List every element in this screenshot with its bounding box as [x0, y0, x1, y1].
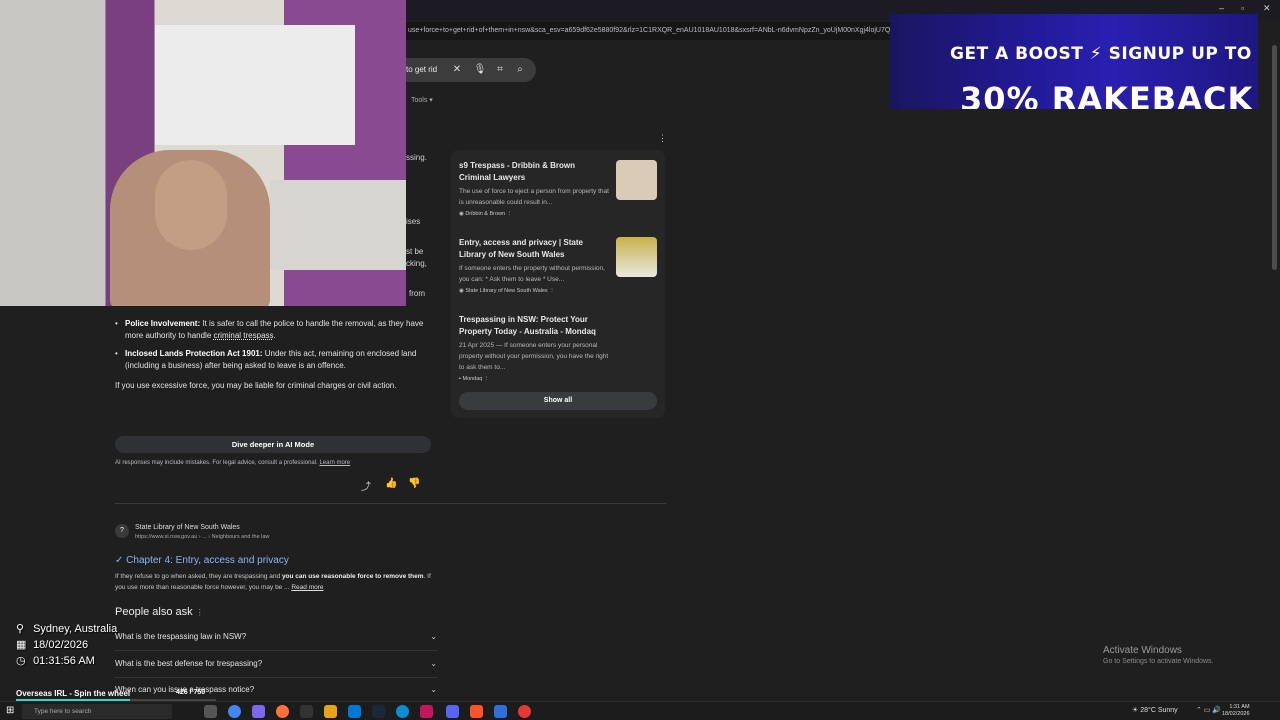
discord-icon[interactable]: [446, 705, 459, 718]
thumbs-up-icon[interactable]: 👍: [385, 478, 397, 489]
activate-windows-watermark: Activate Windows Go to Settings to activ…: [1103, 645, 1214, 665]
result-site-name: State Library of New South Wales: [135, 524, 240, 531]
result-snippet: If they refuse to go when asked, they ar…: [115, 573, 431, 591]
weather-widget[interactable]: ☀ 28°C Sunny: [1132, 706, 1178, 714]
file-explorer-icon[interactable]: [324, 705, 337, 718]
chrome-icon[interactable]: [228, 705, 241, 718]
address-bar[interactable]: use+force+to+get+rid+of+them+in+nsw&sca_…: [406, 22, 890, 40]
paa-question[interactable]: What is the trespassing law in NSW? ⌄: [115, 632, 437, 641]
search-input[interactable]: to get rid ✕ 🎙 ⌗ ⌕: [406, 58, 536, 82]
show-all-button[interactable]: Show all: [459, 392, 657, 410]
people-also-ask-title: People also ask ⋮: [115, 606, 204, 618]
ai-overview-fragment: ises: [406, 217, 421, 226]
chevron-down-icon: ⌄: [430, 659, 437, 668]
taskbar: ⊞ Type here to search ☀ 28°C Sunny ⌃ ▭ 🔊…: [0, 701, 1280, 720]
spin-wheel-count: 426 / 750: [176, 689, 206, 696]
result-title-link[interactable]: ✓ Chapter 4: Entry, access and privacy: [115, 555, 289, 566]
streamer-head: [155, 160, 227, 250]
ai-overview-fragment: ssing.: [406, 153, 427, 162]
criminal-trespass-link[interactable]: criminal trespass: [214, 331, 274, 340]
window-blinds: [155, 25, 355, 145]
edge-icon[interactable]: [396, 705, 409, 718]
app-icon[interactable]: [420, 705, 433, 718]
microphone-icon[interactable]: 🎙: [473, 63, 487, 77]
location-pin-icon: ⚲: [16, 623, 25, 635]
app-icon[interactable]: [494, 705, 507, 718]
sources-panel: s9 Trespass - Dribbin & Brown Criminal L…: [451, 150, 665, 418]
ai-overview-fragment: cking,: [406, 259, 427, 268]
overlay-location: Sydney, Australia: [33, 623, 118, 635]
obs-icon[interactable]: [518, 705, 531, 718]
app-icon[interactable]: [348, 705, 361, 718]
webcam-feed: [0, 0, 406, 306]
tools-menu[interactable]: Tools ▾: [411, 96, 433, 104]
source-site: ◉ State Library of New South Wales ⋮: [459, 288, 555, 294]
stream-overlay: ⚲ Sydney, Australia ▦ 18/02/2026 ◷ 01:31…: [16, 622, 117, 670]
list-item: Inclosed Lands Protection Act 1901: Unde…: [115, 348, 433, 372]
taskbar-clock[interactable]: 1:31 AM 18/02/2026: [1222, 704, 1250, 718]
divider: [115, 650, 437, 651]
divider: [115, 677, 437, 678]
thumbs-down-icon[interactable]: 👎: [408, 478, 420, 489]
system-tray-icons[interactable]: ⌃ ▭ 🔊: [1196, 706, 1221, 714]
app-icon[interactable]: [300, 705, 313, 718]
learn-more-link[interactable]: Learn more: [319, 460, 350, 466]
overlay-time: 01:31:56 AM: [33, 655, 95, 667]
task-view-icon[interactable]: [204, 705, 217, 718]
page-scrollbar[interactable]: [1272, 45, 1277, 270]
share-icon[interactable]: ⤴: [361, 478, 371, 493]
search-icon[interactable]: ⌕: [513, 63, 527, 77]
calendar-icon: ▦: [16, 639, 27, 651]
clock-icon: ◷: [16, 655, 26, 667]
minimize-icon[interactable]: –: [1219, 3, 1224, 13]
source-card[interactable]: Entry, access and privacy | State Librar…: [459, 237, 659, 294]
paa-question[interactable]: When can you issue a trespass notice? ⌄: [115, 685, 437, 694]
bed: [270, 180, 406, 270]
source-card[interactable]: s9 Trespass - Dribbin & Brown Criminal L…: [459, 160, 659, 217]
source-site: ◉ Dribbin & Brown ⋮: [459, 211, 513, 217]
ad-headline: GET A BOOST ⚡ SIGNUP UP TO: [950, 44, 1252, 64]
fence-thumbnail: [616, 237, 657, 277]
ai-disclaimer: AI responses may include mistakes. For l…: [115, 460, 351, 466]
firefox-icon[interactable]: [276, 705, 289, 718]
app-icon[interactable]: [252, 705, 265, 718]
lens-icon[interactable]: ⌗: [493, 63, 507, 77]
no-trespassing-sign-thumbnail: [616, 160, 657, 200]
spin-wheel-label: Overseas IRL - Spin the wheel: [16, 689, 131, 698]
force-note: If you use excessive force, you may be l…: [115, 381, 397, 390]
site-favicon: ?: [115, 524, 129, 538]
brave-icon[interactable]: [470, 705, 483, 718]
windows-start-icon[interactable]: ⊞: [6, 705, 14, 716]
taskbar-search-input[interactable]: Type here to search: [22, 704, 172, 719]
clear-search-icon[interactable]: ✕: [450, 63, 464, 77]
ad-banner[interactable]: GET A BOOST ⚡ SIGNUP UP TO 30% RAKEBACK: [890, 14, 1258, 109]
steam-icon[interactable]: [372, 705, 385, 718]
close-window-icon[interactable]: ✕: [1263, 3, 1271, 14]
maximize-icon[interactable]: ▫: [1241, 3, 1244, 13]
paa-question[interactable]: What is the best defense for trespassing…: [115, 659, 437, 668]
ai-overview-bullets: Police Involvement: It is safer to call …: [115, 318, 433, 378]
ad-offer: 30% RAKEBACK: [960, 80, 1254, 109]
search-query: to get rid: [406, 65, 438, 74]
overlay-date: 18/02/2026: [33, 639, 89, 651]
ai-overview-fragment: from: [409, 289, 425, 298]
dive-deeper-button[interactable]: Dive deeper in AI Mode: [115, 436, 431, 453]
read-more-link[interactable]: Read more: [291, 584, 323, 591]
source-card[interactable]: Trespassing in NSW: Protect Your Propert…: [459, 314, 659, 382]
chevron-down-icon: ⌄: [430, 632, 437, 641]
list-item: Police Involvement: It is safer to call …: [115, 318, 433, 342]
more-options-icon[interactable]: ⋮: [658, 133, 667, 144]
ai-overview-fragment: st be: [406, 247, 424, 256]
chevron-down-icon: ⌄: [430, 685, 437, 694]
source-site: ▪ Mondaq ⋮: [459, 376, 490, 382]
divider: [115, 503, 666, 504]
result-url: https://www.sl.nsw.gov.au › ... › Neighb…: [135, 534, 270, 540]
